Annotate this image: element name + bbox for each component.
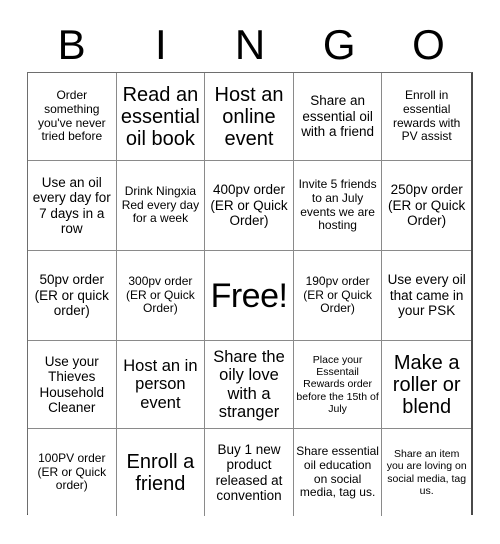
bingo-square-text: 100PV order (ER or Quick order) [37, 450, 107, 493]
bingo-square-r3-c4[interactable]: 190pv order (ER or Quick Order) [293, 251, 383, 341]
bingo-square-r2-c5[interactable]: 250pv order (ER or Quick Order) [382, 161, 471, 251]
bingo-square-text: Use your Thieves Household Cleaner [39, 353, 105, 415]
bingo-square-r5-c1[interactable]: 100PV order (ER or Quick order) [28, 429, 117, 516]
bingo-square-r4-c5[interactable]: Make a roller or blend [382, 341, 471, 429]
bingo-square-text: Host an in person event [123, 356, 198, 412]
bingo-square-text: Order something you've never tried befor… [37, 87, 106, 144]
bingo-square-r1-c2[interactable]: Read an essential oil book [116, 73, 206, 161]
bingo-square-text: Read an essential oil book [120, 83, 200, 150]
bingo-square-text: Enroll a friend [126, 450, 195, 495]
bingo-card: B I N G O Order something you've never tried… [0, 0, 500, 544]
bingo-square-text: 190pv order (ER or Quick Order) [303, 273, 372, 316]
bingo-header-letter-o: O [412, 21, 445, 68]
bingo-square-r3-c2[interactable]: 300pv order (ER or Quick Order) [116, 251, 206, 341]
bingo-square-text: 250pv order (ER or Quick Order) [388, 182, 466, 229]
bingo-square-text: 50pv order (ER or quick order) [34, 272, 109, 319]
bingo-square-r1-c3[interactable]: Host an online event [205, 73, 294, 161]
bingo-square-r2-c1[interactable]: Use an oil every day for 7 days in a row [28, 161, 117, 251]
bingo-square-text: Free! [210, 276, 288, 315]
bingo-square-text: Host an online event [214, 83, 284, 150]
bingo-header-letter-i: I [154, 21, 167, 68]
bingo-square-text: Use an oil every day for 7 days in a row [32, 174, 111, 236]
bingo-square-text: Share essential oil education on social … [296, 443, 379, 500]
bingo-header-letter-n: N [234, 21, 266, 68]
bingo-square-text: Drink Ningxia Red every day for a week [121, 183, 200, 226]
bingo-header-letter-b: B [57, 21, 86, 68]
bingo-square-text: Enroll in essential rewards with PV assi… [393, 87, 461, 144]
bingo-square-text: Use every oil that came in your PSK [387, 272, 466, 319]
bingo-square-text: Make a roller or blend [392, 351, 461, 418]
bingo-square-text: Invite 5 friends to an July events we ar… [298, 176, 377, 233]
bingo-square-text: Buy 1 new product released at convention [215, 441, 283, 503]
bingo-square-r5-c3[interactable]: Buy 1 new product released at convention [205, 429, 294, 516]
bingo-header: BINGO [27, 18, 473, 72]
bingo-square-r1-c1[interactable]: Order something you've never tried befor… [28, 73, 117, 161]
bingo-square-r3-c1[interactable]: 50pv order (ER or quick order) [28, 251, 117, 341]
bingo-square-text: 300pv order (ER or Quick Order) [126, 273, 195, 316]
bingo-square-text: Place your Essentail Rewards order befor… [296, 353, 379, 416]
bingo-square-r3-c5[interactable]: Use every oil that came in your PSK [382, 251, 471, 341]
bingo-square-r4-c3[interactable]: Share the oily love with a stranger [205, 341, 294, 429]
bingo-square-r2-c2[interactable]: Drink Ningxia Red every day for a week [116, 161, 206, 251]
bingo-square-text: 400pv order (ER or Quick Order) [210, 182, 288, 229]
bingo-square-r5-c5[interactable]: Share an item you are loving on social m… [382, 429, 471, 516]
bingo-free-square[interactable]: Free! [205, 251, 294, 341]
bingo-square-r2-c3[interactable]: 400pv order (ER or Quick Order) [205, 161, 294, 251]
bingo-square-r4-c1[interactable]: Use your Thieves Household Cleaner [28, 341, 117, 429]
bingo-square-r1-c4[interactable]: Share an essential oil with a friend [293, 73, 383, 161]
bingo-grid: Order something you've never tried befor… [27, 72, 473, 516]
bingo-square-r5-c2[interactable]: Enroll a friend [116, 429, 206, 516]
bingo-square-r4-c4[interactable]: Place your Essentail Rewards order befor… [293, 341, 383, 429]
bingo-square-r2-c4[interactable]: Invite 5 friends to an July events we ar… [293, 161, 383, 251]
bingo-square-r1-c5[interactable]: Enroll in essential rewards with PV assi… [382, 73, 471, 161]
bingo-square-text: Share an essential oil with a friend [301, 93, 374, 140]
bingo-square-r4-c2[interactable]: Host an in person event [116, 341, 206, 429]
bingo-square-text: Share an item you are loving on social m… [386, 447, 467, 497]
bingo-header-letter-g: G [322, 21, 356, 68]
bingo-square-text: Share the oily love with a stranger [213, 347, 285, 421]
bingo-square-r5-c4[interactable]: Share essential oil education on social … [293, 429, 383, 516]
